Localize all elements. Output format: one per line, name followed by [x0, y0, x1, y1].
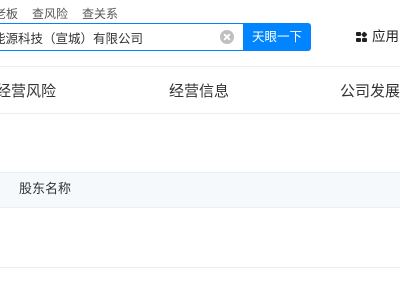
search-tab-relation[interactable]: 查关系: [82, 5, 118, 23]
search-input[interactable]: [0, 24, 209, 50]
search-button[interactable]: 天眼一下: [243, 23, 311, 51]
shareholder-table-header: 股东名称: [0, 172, 400, 208]
nav-item-company-development[interactable]: 公司发展: [340, 80, 400, 102]
page: 老板 查风险 查关系 天眼一下 应用 经营风险 经营信息 公司发展 股东名称: [0, 0, 400, 300]
apps-grid-icon: [356, 30, 368, 43]
column-header-shareholder-name: 股东名称: [19, 182, 72, 197]
search-type-tabs: 老板 查风险 查关系: [0, 5, 132, 23]
nav-item-business-risk[interactable]: 经营风险: [0, 80, 56, 102]
clear-icon[interactable]: [220, 30, 234, 44]
search-box: [0, 23, 244, 51]
nav-item-business-info[interactable]: 经营信息: [169, 80, 229, 102]
table-divider: [0, 267, 400, 268]
apps-button[interactable]: 应用: [356, 28, 399, 46]
apps-label: 应用: [372, 29, 399, 45]
search-header: 老板 查风险 查关系 天眼一下 应用: [0, 0, 400, 62]
search-tab-boss[interactable]: 老板: [0, 5, 18, 23]
section-nav: 经营风险 经营信息 公司发展: [0, 66, 400, 114]
search-tab-risk[interactable]: 查风险: [32, 5, 68, 23]
